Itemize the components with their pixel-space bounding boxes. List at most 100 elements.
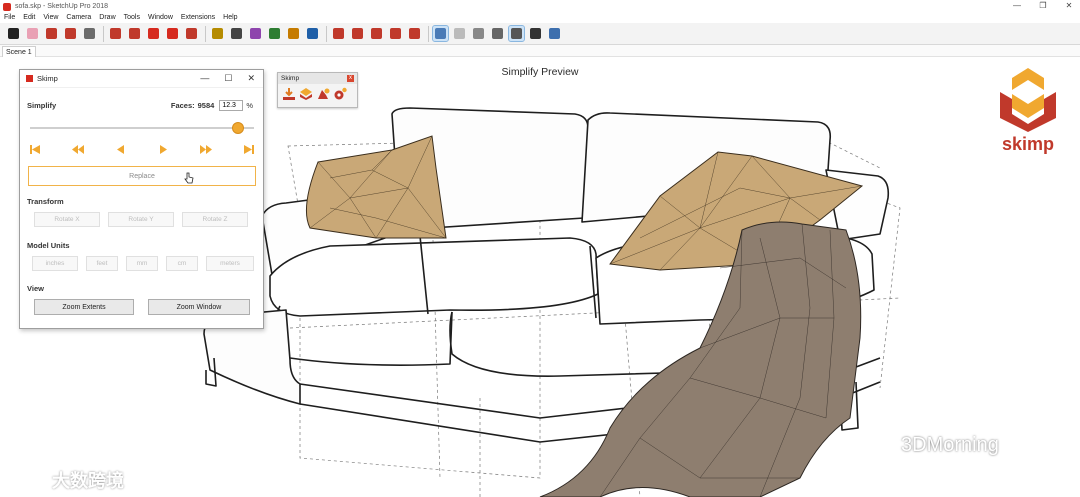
rotate-z-button[interactable]: Rotate Z [182, 212, 248, 227]
panel-minimize-button[interactable]: — [200, 73, 209, 84]
rotate-x-button[interactable]: Rotate X [34, 212, 100, 227]
toolbar-separator [205, 25, 206, 42]
shaded-style-icon[interactable] [490, 26, 505, 41]
skip-first-icon[interactable] [28, 143, 42, 155]
toolbar-separator [326, 25, 327, 42]
menu-extensions[interactable]: Extensions [181, 13, 215, 23]
move-tool-icon[interactable] [146, 26, 161, 41]
menu-tools[interactable]: Tools [124, 13, 140, 23]
replace-button[interactable]: Replace [28, 166, 256, 186]
zoom-extents-button[interactable]: Zoom Extents [34, 299, 134, 315]
window-title: sofa.skp - SketchUp Pro 2018 [15, 3, 108, 10]
slider-track [30, 127, 254, 129]
wechat-icon [867, 434, 895, 456]
shaded-textures-style-icon[interactable] [508, 25, 525, 42]
skip-last-icon[interactable] [242, 143, 256, 155]
minimize-button[interactable]: — [1012, 1, 1022, 10]
units-meters-button[interactable]: meters [206, 256, 254, 271]
shape-tool-icon-glyph [84, 28, 95, 39]
paint-bucket-icon[interactable] [248, 26, 263, 41]
follow-me-icon[interactable] [127, 26, 142, 41]
fast-backward-icon[interactable] [71, 143, 85, 155]
step-backward-icon[interactable] [114, 143, 128, 155]
eraser-tool-icon[interactable] [25, 26, 40, 41]
fast-forward-icon[interactable] [199, 143, 213, 155]
line-tool-icon[interactable] [44, 26, 59, 41]
settings-icon[interactable] [333, 87, 347, 101]
units-feet-button[interactable]: feet [86, 256, 118, 271]
warehouse-icon[interactable] [350, 26, 365, 41]
menu-window[interactable]: Window [148, 13, 173, 23]
panel-maximize-button[interactable]: ☐ [224, 73, 232, 84]
simplify-label: Simplify [27, 101, 57, 110]
shape-tool-icon[interactable] [82, 26, 97, 41]
menu-draw[interactable]: Draw [99, 13, 115, 23]
pan-tool-icon-glyph [288, 28, 299, 39]
tape-measure-icon[interactable] [210, 26, 225, 41]
push-pull-icon[interactable] [108, 26, 123, 41]
share-model-icon[interactable] [388, 26, 403, 41]
main-toolbar [0, 23, 1080, 45]
rotate-tool-icon[interactable] [165, 26, 180, 41]
skimp-panel-titlebar[interactable]: Skimp — ☐ ✕ [20, 70, 263, 88]
text-tool-icon[interactable] [229, 26, 244, 41]
percent-input[interactable] [219, 100, 244, 111]
zoom-extents-icon[interactable] [331, 26, 346, 41]
rotate-y-button[interactable]: Rotate Y [108, 212, 174, 227]
menu-help[interactable]: Help [223, 13, 237, 23]
close-button[interactable]: ✕ [1064, 1, 1074, 10]
faces-readout: Faces: 9584 % [171, 100, 253, 111]
push-pull-icon-glyph [110, 28, 121, 39]
slider-handle[interactable] [232, 122, 245, 134]
arc-tool-icon-glyph [65, 28, 76, 39]
skimp-panel-controls: — ☐ ✕ [200, 73, 255, 84]
zoom-tool-icon[interactable] [305, 26, 320, 41]
watermark-right-text: 3DMorning [901, 433, 999, 456]
simplify-icon[interactable] [299, 87, 313, 101]
zoom-extents-icon-glyph [333, 28, 344, 39]
menu-camera[interactable]: Camera [66, 13, 91, 23]
wireframe-style-icon[interactable] [452, 26, 467, 41]
ruby-icon[interactable] [407, 26, 422, 41]
maximize-button[interactable]: ❐ [1038, 1, 1048, 10]
menu-view[interactable]: View [43, 13, 58, 23]
reduce-icon[interactable] [316, 87, 330, 101]
window-controls: — ❐ ✕ [1012, 1, 1074, 10]
model-units-buttons: inches feet mm cm meters [32, 256, 254, 271]
monochrome-style-icon[interactable] [528, 26, 543, 41]
hidden-line-style-icon[interactable] [471, 26, 486, 41]
zoom-window-button[interactable]: Zoom Window [148, 299, 250, 315]
xray-toggle-icon[interactable] [547, 26, 562, 41]
replace-button-label: Replace [129, 172, 155, 180]
panel-close-button[interactable]: ✕ [247, 73, 255, 84]
skimp-panel: Skimp — ☐ ✕ Simplify Faces: 9584 % [19, 69, 264, 329]
move-tool-icon-glyph [148, 28, 159, 39]
xray-style-icon[interactable] [432, 25, 449, 42]
units-mm-button[interactable]: mm [126, 256, 158, 271]
units-inches-button[interactable]: inches [32, 256, 78, 271]
menu-edit[interactable]: Edit [23, 13, 35, 23]
simplify-slider[interactable] [30, 122, 254, 134]
left-pillow[interactable] [305, 135, 447, 239]
step-forward-icon[interactable] [156, 143, 170, 155]
sketchup-app-icon [3, 2, 11, 11]
watermark-left-text: 大数跨境 [52, 471, 124, 491]
scale-tool-icon[interactable] [184, 26, 199, 41]
units-cm-button[interactable]: cm [166, 256, 198, 271]
orbit-tool-icon[interactable] [267, 26, 282, 41]
mini-toolbar-icons [278, 84, 357, 104]
arc-tool-icon[interactable] [63, 26, 78, 41]
skimp-logo-text: skimp [1001, 134, 1055, 154]
select-tool-icon[interactable] [6, 26, 21, 41]
import-icon[interactable] [282, 87, 296, 101]
warehouse-icon-glyph [352, 28, 363, 39]
faces-value: 9584 [197, 101, 215, 110]
extension-warehouse-icon[interactable] [369, 26, 384, 41]
mini-toolbar-close-button[interactable]: x [347, 75, 354, 82]
skimp-logo-icon [1000, 68, 1056, 132]
rotate-tool-icon-glyph [167, 28, 178, 39]
pan-tool-icon[interactable] [286, 26, 301, 41]
zoom-tool-icon-glyph [307, 28, 318, 39]
menu-file[interactable]: File [4, 13, 15, 23]
scene-tab[interactable]: Scene 1 [2, 46, 36, 57]
